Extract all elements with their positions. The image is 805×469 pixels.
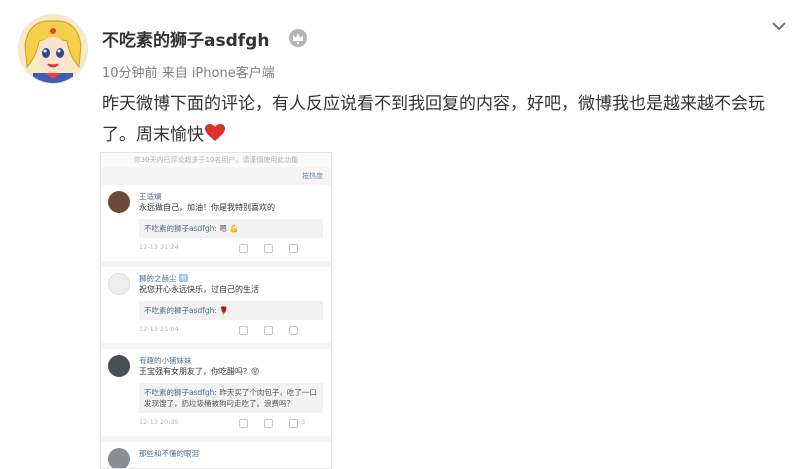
share-icon: [239, 419, 248, 428]
comment-reply: 不吃素的狮子asdfgh: 嗯 💪: [139, 219, 323, 238]
reply-text: 🌹: [219, 306, 229, 315]
reply-icon: [264, 326, 273, 335]
fan-badge: 粉: [178, 274, 189, 282]
comment-text: 永远做自己，加油！你是我特别喜欢的: [139, 203, 275, 212]
comment-time: 12-13 20:35: [139, 418, 179, 426]
commenter-avatar: [108, 273, 130, 295]
screenshot-notice: 你30天内已评论超多于10名用户，请谨慎使用此功能: [101, 153, 331, 167]
comment-footer: 12-13 21:24: [139, 243, 323, 255]
red-heart-icon: [204, 123, 226, 143]
list-item: 狮的之赫尘 粉 祝您开心永远快乐，过自己的生活 不吃素的狮子asdfgh: 🌹 …: [101, 267, 331, 343]
list-item: 那些和不懂的眼泪: [101, 442, 331, 468]
commenter-name: 那些和不懂的眼泪: [139, 449, 199, 458]
like-icon: [289, 419, 298, 428]
comment-footer: 12-13 20:35 3: [139, 418, 323, 430]
list-item: 有趣的小猪妹妹 王宝强有女朋友了，你吃醋吗？😝 不吃素的狮子asdfgh: 昨天…: [101, 349, 331, 436]
commenter-avatar: [108, 191, 130, 213]
comment-text: 祝您开心永远快乐，过自己的生活: [139, 285, 259, 294]
post-text-content: 昨天微博下面的评论，有人反应说看不到我回复的内容，好吧，微博我也是越来越不会玩了…: [102, 94, 765, 145]
commenter-name-text: 狮的之赫尘: [139, 274, 177, 283]
reply-text: 嗯 💪: [219, 224, 239, 233]
reply-author: 不吃素的狮子asdfgh:: [144, 224, 217, 233]
comment-reply: 不吃素的狮子asdfgh: 昨天买了个肉包子，吃了一口发现馊了，扔垃圾桶被狗叼走…: [139, 383, 323, 413]
comment-reply: 不吃素的狮子asdfgh: 🌹: [139, 301, 323, 320]
like-icon: [289, 244, 298, 253]
commenter-name: 王适斓: [139, 192, 162, 201]
comment-time: 12-13 21:24: [139, 243, 179, 251]
comment-text: 王宝强有女朋友了，你吃醋吗？😝: [139, 367, 260, 376]
share-icon: [239, 244, 248, 253]
author-avatar[interactable]: [18, 14, 88, 84]
like-icon: [289, 326, 298, 335]
comment-time: 12-13 21:04: [139, 325, 179, 333]
post-meta: 10分钟前 来自 iPhone客户端: [102, 62, 275, 81]
post-source: 来自 iPhone客户端: [161, 66, 275, 81]
post-time[interactable]: 10分钟前: [102, 66, 158, 81]
share-icon: [239, 326, 248, 335]
comment-footer: 12-13 21:04: [139, 325, 323, 337]
chevron-down-icon[interactable]: [770, 18, 788, 32]
screenshot-sort-label: 按热度: [302, 172, 323, 180]
commenter-avatar: [108, 355, 130, 377]
like-count: 3: [301, 418, 306, 426]
post-text: 昨天微博下面的评论，有人反应说看不到我回复的内容，好吧，微博我也是越来越不会玩了…: [102, 89, 787, 151]
reply-author: 不吃素的狮子asdfgh:: [144, 306, 217, 315]
author-name[interactable]: 不吃素的狮子asdfgh: [102, 26, 269, 51]
attached-screenshot[interactable]: 你30天内已评论超多于10名用户，请谨慎使用此功能 按热度 王适斓 永远做自己，…: [100, 152, 332, 469]
list-item: 王适斓 永远做自己，加油！你是我特别喜欢的 不吃素的狮子asdfgh: 嗯 💪 …: [101, 185, 331, 261]
commenter-name: 狮的之赫尘 粉: [139, 273, 323, 284]
vip-crown-icon: [287, 27, 309, 49]
reply-icon: [264, 244, 273, 253]
commenter-avatar: [108, 448, 130, 468]
reply-author: 不吃素的狮子asdfgh:: [144, 388, 217, 397]
reply-icon: [264, 419, 273, 428]
commenter-name: 有趣的小猪妹妹: [139, 356, 192, 365]
